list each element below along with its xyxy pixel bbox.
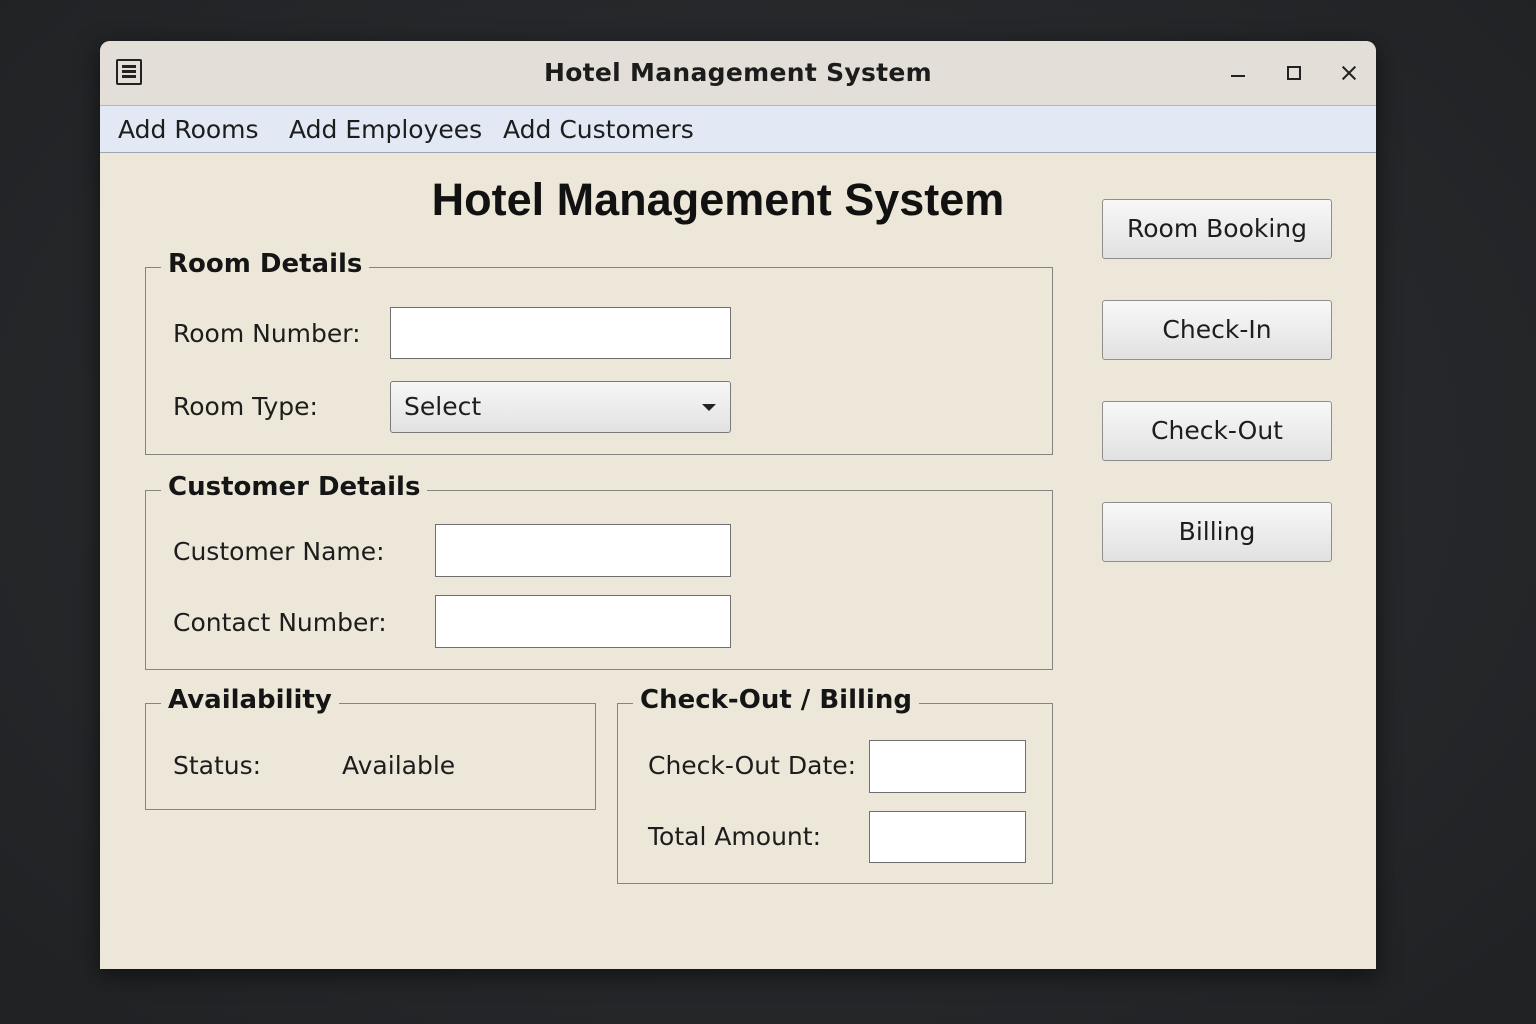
availability-legend: Availability	[161, 685, 339, 715]
customer-name-label: Customer Name:	[173, 537, 385, 566]
customer-details-legend: Customer Details	[161, 472, 428, 502]
contact-number-label: Contact Number:	[173, 608, 387, 637]
customer-details-group: Customer Details Customer Name: Contact …	[145, 472, 1053, 670]
room-number-label: Room Number:	[173, 319, 361, 348]
app-window: Hotel Management System Add Rooms Add Em…	[100, 41, 1376, 969]
menu-bar: Add Rooms Add Employees Add Customers	[100, 106, 1376, 153]
room-type-selected: Select	[404, 392, 482, 421]
contact-number-input[interactable]	[435, 595, 731, 648]
maximize-button[interactable]	[1278, 57, 1310, 89]
customer-name-input[interactable]	[435, 524, 731, 577]
room-booking-button[interactable]: Room Booking	[1102, 199, 1332, 259]
menu-add-employees[interactable]: Add Employees	[289, 115, 482, 144]
minimize-button[interactable]	[1222, 57, 1254, 89]
status-label: Status:	[173, 751, 262, 780]
maximize-icon	[1287, 66, 1301, 80]
page-title: Hotel Management System	[431, 174, 1005, 225]
title-bar[interactable]: Hotel Management System	[100, 41, 1376, 106]
billing-legend: Check-Out / Billing	[633, 685, 919, 715]
room-type-select[interactable]: Select	[390, 381, 731, 433]
room-details-legend: Room Details	[161, 249, 370, 279]
menu-add-customers[interactable]: Add Customers	[503, 115, 694, 144]
checkout-date-label: Check-Out Date:	[648, 751, 857, 780]
room-number-input[interactable]	[390, 307, 731, 359]
window-title: Hotel Management System	[543, 58, 933, 87]
billing-group: Check-Out / Billing Check-Out Date: Tota…	[617, 685, 1053, 884]
chevron-down-icon	[702, 404, 716, 411]
close-button[interactable]	[1333, 57, 1365, 89]
check-out-button[interactable]: Check-Out	[1102, 401, 1332, 461]
status-value: Available	[342, 751, 456, 780]
minimize-icon	[1231, 75, 1245, 77]
room-type-label: Room Type:	[173, 392, 318, 421]
checkout-date-input[interactable]	[869, 740, 1026, 793]
billing-button[interactable]: Billing	[1102, 502, 1332, 562]
check-in-button[interactable]: Check-In	[1102, 300, 1332, 360]
availability-group: Availability Status: Available	[145, 685, 596, 810]
menu-add-rooms[interactable]: Add Rooms	[118, 115, 259, 144]
total-amount-label: Total Amount:	[648, 822, 821, 851]
room-details-group: Room Details Room Number: Room Type: Sel…	[145, 249, 1053, 455]
total-amount-input[interactable]	[869, 811, 1026, 863]
